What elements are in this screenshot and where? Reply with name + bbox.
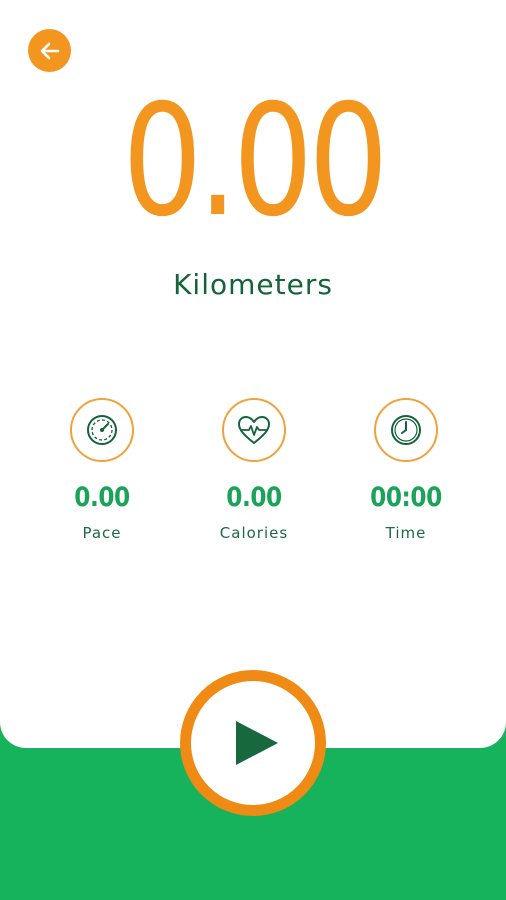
calories-icon-ring xyxy=(222,398,286,462)
pace-label: Pace xyxy=(82,524,122,542)
play-button[interactable] xyxy=(180,670,326,816)
calories-value: 0.00 xyxy=(226,482,282,513)
pace-stat: 0.00 Pace xyxy=(37,398,167,542)
heart-pulse-icon xyxy=(238,416,270,444)
time-icon-ring xyxy=(374,398,438,462)
time-stat: 00:00 Time xyxy=(341,398,471,542)
speedometer-icon xyxy=(87,415,117,445)
time-value: 00:00 xyxy=(370,482,442,513)
distance-value: 0.00 xyxy=(122,72,388,251)
play-icon xyxy=(236,721,278,765)
clock-icon xyxy=(391,415,421,445)
tracker-card: 0.00 Kilometers 0.00 Pace 0.00 Calories xyxy=(0,0,506,748)
calories-label: Calories xyxy=(219,524,289,542)
calories-stat: 0.00 Calories xyxy=(189,398,319,542)
back-button[interactable] xyxy=(28,29,71,72)
time-label: Time xyxy=(385,524,427,542)
arrow-left-icon xyxy=(40,42,59,59)
distance-unit-label: Kilometers xyxy=(173,268,333,301)
pace-value: 0.00 xyxy=(74,482,130,513)
pace-icon-ring xyxy=(70,398,134,462)
